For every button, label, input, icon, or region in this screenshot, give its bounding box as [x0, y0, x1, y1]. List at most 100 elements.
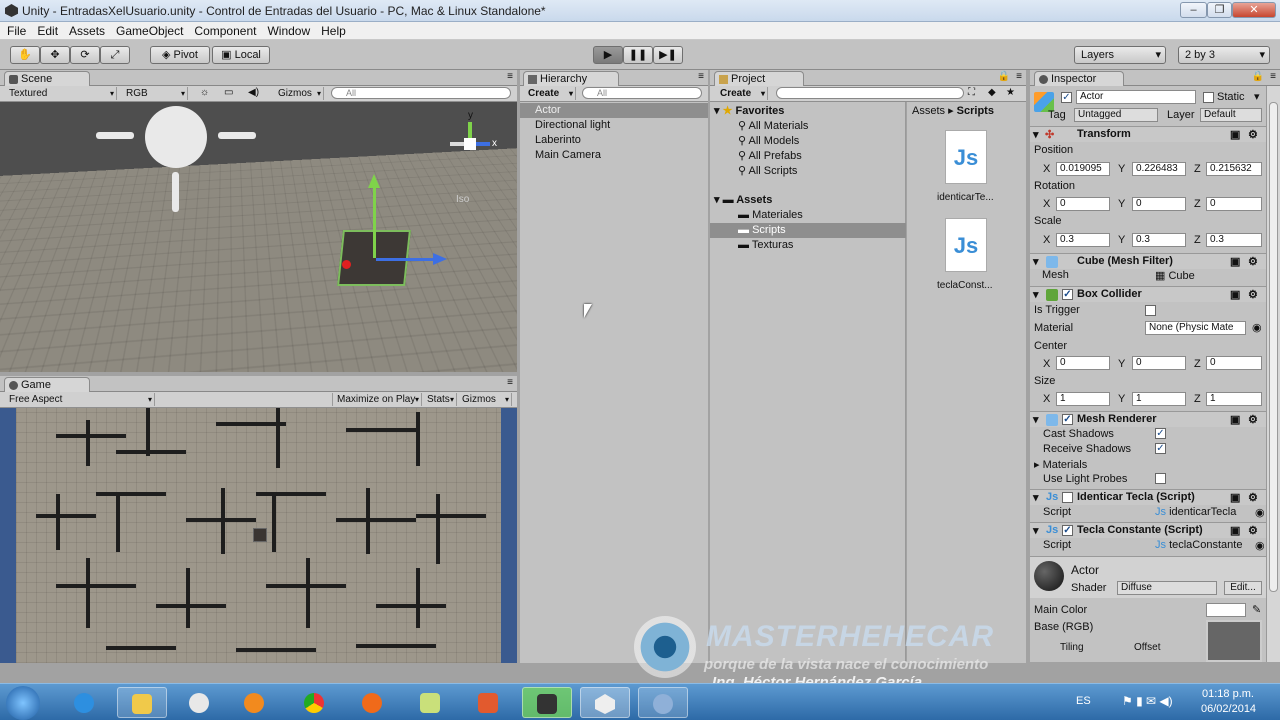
physic-material-field[interactable]: None (Physic Mate	[1145, 321, 1246, 335]
tray-icons[interactable]: ⚑ ▮ ✉ ◀)	[1122, 694, 1173, 708]
minimize-button[interactable]: –	[1180, 2, 1207, 18]
gizmos-dropdown[interactable]: Gizmos	[274, 87, 324, 100]
menu-file[interactable]: File	[3, 22, 30, 38]
render-mode-dropdown[interactable]: Textured	[5, 87, 117, 100]
tab-project[interactable]: Project	[714, 71, 804, 87]
color-mode-dropdown[interactable]: RGB	[122, 87, 188, 100]
taskbar-media-player[interactable]	[230, 687, 280, 718]
taskbar-powerpoint[interactable]	[464, 687, 514, 718]
help-icon[interactable]: ▣	[1230, 413, 1240, 426]
panel-menu-icon[interactable]: ≡	[1016, 71, 1022, 82]
game-gizmos-dropdown[interactable]: Gizmos	[458, 393, 512, 406]
light-probes-checkbox[interactable]	[1155, 473, 1166, 484]
language-indicator[interactable]: ES	[1076, 695, 1091, 707]
rotation-y-field[interactable]: 0	[1132, 197, 1186, 211]
eyedropper-icon[interactable]: ✎	[1252, 603, 1261, 616]
size-z-field[interactable]: 1	[1206, 392, 1262, 406]
scale-z-field[interactable]: 0.3	[1206, 233, 1262, 247]
scene-search-input[interactable]: All	[331, 87, 511, 99]
folder-scripts[interactable]: ▬ Scripts	[710, 223, 906, 238]
favorite-all-prefabs[interactable]: ⚲ All Prefabs	[738, 149, 802, 164]
stats-toggle[interactable]: Stats	[423, 393, 457, 406]
rotation-x-field[interactable]: 0	[1056, 197, 1110, 211]
object-picker-icon[interactable]: ◉	[1255, 539, 1265, 552]
active-checkbox[interactable]: ✓	[1061, 92, 1072, 103]
hand-tool-icon[interactable]: ✋	[10, 46, 40, 64]
is-trigger-checkbox[interactable]	[1145, 305, 1156, 316]
light-toggle-icon[interactable]: ☼	[200, 87, 209, 98]
hierarchy-search-input[interactable]: All	[582, 87, 702, 99]
center-y-field[interactable]: 0	[1132, 356, 1186, 370]
layers-dropdown[interactable]: Layers ▾	[1074, 46, 1166, 64]
box-collider-header[interactable]: ▾ ✓ Box Collider ▣ ⚙	[1030, 286, 1266, 302]
rotation-z-field[interactable]: 0	[1206, 197, 1262, 211]
cast-shadows-checkbox[interactable]: ✓	[1155, 428, 1166, 439]
taskbar-internet-explorer[interactable]	[60, 687, 110, 718]
start-button[interactable]	[6, 686, 40, 720]
local-toggle[interactable]: ▣ Local	[212, 46, 270, 64]
taskbar-chrome[interactable]	[290, 687, 340, 718]
favorite-all-materials[interactable]: ⚲ All Materials	[738, 119, 808, 134]
box-collider-checkbox[interactable]: ✓	[1062, 289, 1073, 300]
favorite-all-models[interactable]: ⚲ All Models	[738, 134, 799, 149]
folder-materiales[interactable]: ▬ Materiales	[738, 208, 803, 223]
panel-menu-icon[interactable]: ≡	[698, 71, 704, 82]
audio-toggle-icon[interactable]: ◀)	[248, 87, 259, 98]
game-viewport[interactable]	[0, 408, 517, 663]
script1-checkbox[interactable]	[1062, 492, 1073, 503]
pivot-toggle[interactable]: ◈ Pivot	[150, 46, 210, 64]
script2-header[interactable]: ▾ Js ✓ Tecla Constante (Script) ▣ ⚙	[1030, 522, 1266, 538]
taskbar-explorer[interactable]	[117, 687, 167, 718]
scene-viewport[interactable]: y x Iso	[0, 102, 517, 372]
tab-inspector[interactable]: Inspector	[1034, 71, 1124, 87]
hierarchy-item-directional-light[interactable]: Directional light	[520, 118, 708, 133]
position-y-field[interactable]: 0.226483	[1132, 162, 1186, 176]
favorite-all-scripts[interactable]: ⚲ All Scripts	[738, 164, 797, 179]
menu-edit[interactable]: Edit	[33, 22, 62, 38]
gear-icon[interactable]: ⚙	[1248, 255, 1258, 268]
position-z-field[interactable]: 0.215632	[1206, 162, 1262, 176]
mesh-filter-header[interactable]: ▾ Cube (Mesh Filter) ▣ ⚙	[1030, 253, 1266, 269]
js-file-icon[interactable]: Js	[945, 130, 987, 184]
help-icon[interactable]: ▣	[1230, 524, 1240, 537]
gear-icon[interactable]: ⚙	[1248, 491, 1258, 504]
size-y-field[interactable]: 1	[1132, 392, 1186, 406]
script1-field[interactable]: Js identicarTecla	[1155, 506, 1236, 518]
scale-x-field[interactable]: 0.3	[1056, 233, 1110, 247]
taskbar-time[interactable]: 01:18 p.m.	[1202, 688, 1254, 700]
move-tool-icon[interactable]: ✥	[40, 46, 70, 64]
taskbar-clock-app[interactable]	[175, 687, 225, 718]
maximize-button[interactable]: ❐	[1207, 2, 1232, 18]
step-button[interactable]: ▶❚	[653, 46, 683, 64]
tag-dropdown[interactable]: Untagged	[1074, 108, 1158, 122]
center-z-field[interactable]: 0	[1206, 356, 1262, 370]
inspector-scrollbar[interactable]	[1266, 86, 1280, 662]
scale-tool-icon[interactable]: ⤢	[100, 46, 130, 64]
static-checkbox[interactable]	[1203, 92, 1214, 103]
chevron-down-icon[interactable]: ▾	[1254, 90, 1260, 103]
materials-foldout[interactable]: ▸ Materials	[1034, 458, 1087, 471]
taskbar-recorder[interactable]	[522, 687, 572, 718]
lock-icon[interactable]: 🔒	[1252, 71, 1264, 82]
tab-game[interactable]: Game	[4, 377, 90, 393]
help-icon[interactable]: ▣	[1230, 128, 1240, 141]
base-texture-slot[interactable]	[1206, 620, 1262, 662]
taskbar-monodevelop[interactable]	[638, 687, 688, 718]
file-tecla-constante[interactable]: teclaConst...	[937, 278, 993, 293]
edit-shader-button[interactable]: Edit...	[1224, 581, 1262, 595]
shader-dropdown[interactable]: Diffuse	[1117, 581, 1217, 595]
main-color-field[interactable]	[1206, 603, 1246, 617]
assets-header[interactable]: ▾ ▬ Assets	[714, 193, 772, 208]
play-button[interactable]: ▶	[593, 46, 623, 64]
script2-checkbox[interactable]: ✓	[1062, 525, 1073, 536]
filter-type-icon[interactable]: ⛶	[968, 87, 975, 98]
mesh-renderer-checkbox[interactable]: ✓	[1062, 414, 1073, 425]
layout-dropdown[interactable]: 2 by 3 ▾	[1178, 46, 1270, 64]
help-icon[interactable]: ▣	[1230, 288, 1240, 301]
object-picker-icon[interactable]: ◉	[1252, 321, 1262, 334]
taskbar-firefox[interactable]	[348, 687, 398, 718]
aspect-dropdown[interactable]: Free Aspect	[5, 393, 155, 406]
gear-icon[interactable]: ⚙	[1248, 128, 1258, 141]
object-name-field[interactable]: Actor	[1076, 90, 1196, 104]
menu-window[interactable]: Window	[263, 22, 314, 38]
